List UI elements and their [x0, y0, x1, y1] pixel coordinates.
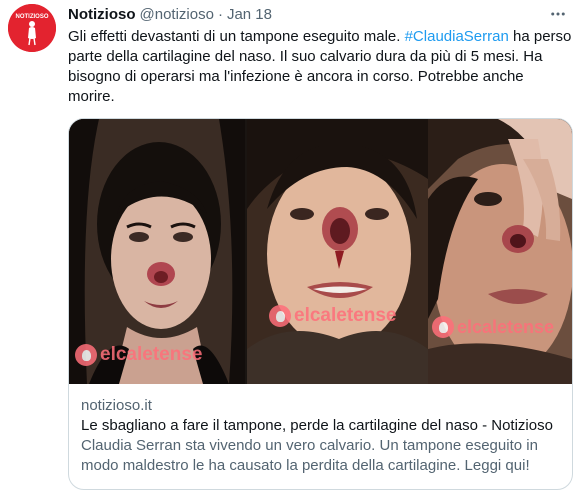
avatar-label: NOTIZIOSO — [16, 14, 49, 20]
hashtag-link[interactable]: #ClaudiaSerran — [405, 28, 509, 45]
tweet-text-start: Gli effetti devastanti di un tampone ese… — [68, 28, 405, 45]
card-title: Le sbagliano a fare il tampone, perde la… — [81, 417, 553, 434]
card-body[interactable]: notizioso.it Le sbagliano a fare il tamp… — [69, 384, 572, 476]
display-name[interactable]: Notizioso — [68, 6, 136, 23]
avatar[interactable]: NOTIZIOSO — [8, 4, 56, 52]
more-options-button[interactable] — [545, 3, 571, 25]
avatar-logo-image: NOTIZIOSO — [8, 4, 56, 52]
separator-dot: · — [217, 5, 223, 23]
tweet-header: Notizioso @notizioso · Jan 18 — [68, 4, 272, 24]
card-image[interactable]: elcaletense elcaletense elcaletense — [69, 119, 572, 384]
card-photo-2: elcaletense — [247, 119, 428, 384]
watermark-2: elcaletense — [269, 305, 396, 327]
watermark-1: elcaletense — [75, 344, 202, 366]
more-horizontal-icon — [551, 12, 565, 16]
card-photo-3: elcaletense — [428, 119, 572, 384]
card-description: Claudia Serran sta vivendo un vero calva… — [81, 437, 538, 474]
card-photo-1: elcaletense — [69, 119, 245, 384]
handle[interactable]: @notizioso — [140, 6, 214, 23]
timestamp[interactable]: Jan 18 — [227, 6, 272, 23]
card-domain: notizioso.it — [81, 397, 152, 414]
tweet[interactable]: NOTIZIOSO Notizioso @notizioso · Jan 18 … — [0, 0, 585, 499]
link-card[interactable]: elcaletense elcaletense elcaletense noti… — [68, 118, 573, 490]
watermark-3: elcaletense — [432, 316, 554, 338]
tweet-text: Gli effetti devastanti di un tampone ese… — [68, 27, 573, 107]
